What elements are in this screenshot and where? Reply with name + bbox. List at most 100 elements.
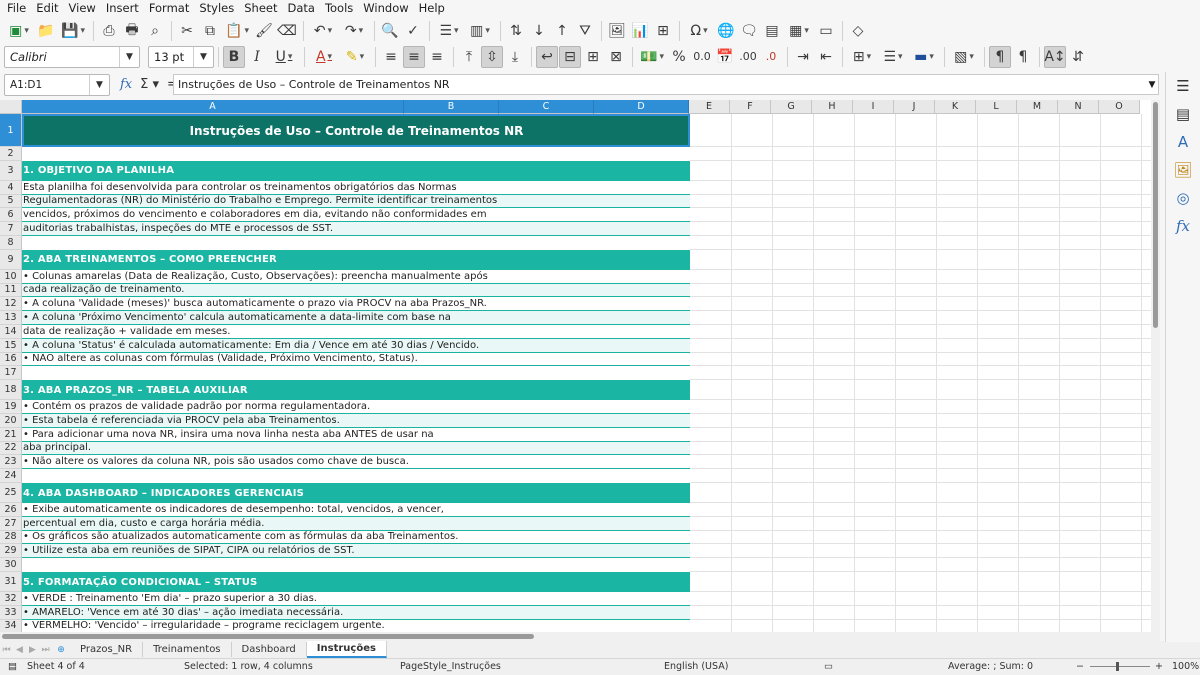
function-wizard-icon[interactable]: fx <box>120 77 132 92</box>
align-top-icon[interactable]: ⤒ <box>458 46 480 68</box>
row-header[interactable]: 26 <box>0 503 22 517</box>
row-header[interactable]: 7 <box>0 222 22 236</box>
insert-chart-icon[interactable]: 📊 <box>629 20 651 42</box>
sheet-title-cell[interactable]: Instruções de Uso – Controle de Treiname… <box>22 114 690 147</box>
gallery-icon[interactable]: 🖼 <box>1166 156 1200 184</box>
horizontal-scrollbar[interactable] <box>0 632 1160 641</box>
row-header[interactable]: 32 <box>0 592 22 606</box>
row-header[interactable]: 33 <box>0 605 22 620</box>
section-header-cell[interactable]: 2. ABA TREINAMENTOS – COMO PREENCHER <box>22 249 690 270</box>
instruction-text-cell[interactable]: • A coluna 'Validade (meses)' busca auto… <box>22 297 690 312</box>
row-icon[interactable]: ☰ <box>434 20 464 42</box>
column-header[interactable]: A <box>22 100 404 114</box>
center-vertically-icon[interactable]: ⇳ <box>481 45 503 68</box>
align-center-icon[interactable]: ≡ <box>403 45 425 68</box>
expand-formula-icon[interactable]: ▼ <box>1145 74 1159 95</box>
chevron-down-icon[interactable]: ▼ <box>119 46 139 67</box>
freeze-rows-columns-icon[interactable]: ▭ <box>815 20 837 42</box>
zoom-slider[interactable] <box>1090 666 1150 667</box>
undo-icon[interactable]: ↶ <box>308 20 338 42</box>
row-header[interactable]: 22 <box>0 441 22 456</box>
tab-prazos-nr[interactable]: Prazos_NR <box>70 642 144 657</box>
horizontal-scroll-thumb[interactable] <box>2 634 534 639</box>
first-sheet-icon[interactable]: ⏮ <box>0 645 13 655</box>
tab-treinamentos[interactable]: Treinamentos <box>143 642 232 657</box>
name-box[interactable]: A1:D1 ▼ <box>4 73 110 96</box>
border-style-icon[interactable]: ☰ <box>878 46 908 68</box>
instruction-text-cell[interactable]: cada realização de treinamento. <box>22 283 690 298</box>
autofilter-icon[interactable]: ⛛ <box>574 20 596 42</box>
spelling-icon[interactable]: ✓ <box>402 20 424 42</box>
row-header[interactable]: 20 <box>0 414 22 428</box>
row-header[interactable]: 12 <box>0 297 22 312</box>
vertical-scroll-thumb[interactable] <box>1153 102 1158 328</box>
column-header[interactable]: M <box>1017 100 1058 114</box>
tab-dashboard[interactable]: Dashboard <box>232 642 307 657</box>
clear-formatting-icon[interactable]: ⌫ <box>276 20 298 42</box>
paste-icon[interactable]: 📋 <box>222 20 252 42</box>
border-color-icon[interactable]: ▬ <box>909 46 939 68</box>
merge-center-icon[interactable]: ⊟ <box>559 45 581 68</box>
wrap-text-icon[interactable]: ↩ <box>536 45 558 68</box>
print-icon[interactable]: 🖶 <box>121 20 143 42</box>
italic-icon[interactable]: I <box>246 46 268 68</box>
chevron-down-icon[interactable]: ▼ <box>193 46 213 67</box>
row-header[interactable]: 25 <box>0 483 22 503</box>
percent-format-icon[interactable]: % <box>668 46 690 68</box>
menu-insert[interactable]: Insert <box>101 0 144 17</box>
currency-format-icon[interactable]: 💵 <box>637 46 667 68</box>
instruction-text-cell[interactable]: • Para adicionar uma nova NR, insira uma… <box>22 428 690 442</box>
insert-image-icon[interactable]: 🖼 <box>606 20 628 42</box>
section-header-cell[interactable]: 1. OBJETIVO DA PLANILHA <box>22 160 690 181</box>
column-header[interactable]: O <box>1099 100 1140 114</box>
row-header[interactable]: 3 <box>0 160 22 181</box>
row-header[interactable]: 30 <box>0 558 22 572</box>
save-icon[interactable]: 💾 <box>58 20 88 42</box>
column-header[interactable]: B <box>404 100 499 114</box>
instruction-text-cell[interactable]: • Utilize esta aba em reuniões de SIPAT,… <box>22 544 690 559</box>
menu-format[interactable]: Format <box>144 0 195 17</box>
date-format-icon[interactable]: 📅 <box>714 46 736 68</box>
column-header[interactable]: G <box>771 100 812 114</box>
delete-decimal-icon[interactable]: .0 <box>760 46 782 68</box>
instruction-text-cell[interactable]: percentual em dia, custo e carga horária… <box>22 516 690 531</box>
row-header[interactable]: 17 <box>0 366 22 381</box>
page-style[interactable]: PageStyle_Instruções <box>400 661 501 672</box>
clone-formatting-icon[interactable]: 🖌 <box>253 20 275 42</box>
spreadsheet-grid[interactable]: ABCDEFGHIJKLMNO 1 Instruções de Uso – Con… <box>0 100 1160 632</box>
row-header[interactable]: 28 <box>0 530 22 545</box>
section-header-cell[interactable]: 5. FORMATAÇÃO CONDICIONAL – STATUS <box>22 572 690 592</box>
define-print-area-icon[interactable]: ▦ <box>784 20 814 42</box>
conditional-format-icon[interactable]: ▧ <box>949 46 979 68</box>
vertical-scrollbar[interactable] <box>1151 100 1160 632</box>
row-header[interactable]: 34 <box>0 619 22 632</box>
column-header[interactable]: J <box>894 100 935 114</box>
column-header[interactable]: K <box>935 100 976 114</box>
menu-styles[interactable]: Styles <box>194 0 239 17</box>
bold-icon[interactable]: B <box>223 45 245 68</box>
instruction-text-cell[interactable]: • A coluna 'Próximo Vencimento' calcula … <box>22 311 690 325</box>
column-header[interactable]: E <box>689 100 730 114</box>
empty-cell[interactable] <box>22 366 690 380</box>
font-size-box[interactable]: 13 pt ▼ <box>148 45 214 68</box>
empty-cell[interactable] <box>22 147 690 161</box>
cut-icon[interactable]: ✂ <box>176 20 198 42</box>
row-header[interactable]: 9 <box>0 249 22 270</box>
row-header[interactable]: 31 <box>0 572 22 592</box>
section-header-cell[interactable]: 4. ABA DASHBOARD – INDICADORES GERENCIAI… <box>22 483 690 503</box>
row-header[interactable]: 13 <box>0 311 22 325</box>
row-header[interactable]: 5 <box>0 194 22 209</box>
instruction-text-cell[interactable]: Esta planilha foi desenvolvida para cont… <box>22 181 690 195</box>
row-header[interactable]: 1 <box>0 114 22 147</box>
instruction-text-cell[interactable]: • VERMELHO: 'Vencido' – irregularidade –… <box>22 620 690 632</box>
align-right-icon[interactable]: ≡ <box>426 46 448 68</box>
menu-data[interactable]: Data <box>282 0 319 17</box>
row-header[interactable]: 16 <box>0 352 22 367</box>
zoom-slider-handle[interactable] <box>1116 662 1119 671</box>
row-header[interactable]: 24 <box>0 469 22 483</box>
language[interactable]: English (USA) <box>664 661 728 672</box>
hamburger-menu-icon[interactable]: ☰ <box>1166 72 1200 100</box>
comment-icon[interactable]: 🗨 <box>738 20 760 42</box>
column-header[interactable]: N <box>1058 100 1099 114</box>
headers-footers-icon[interactable]: ▤ <box>761 20 783 42</box>
